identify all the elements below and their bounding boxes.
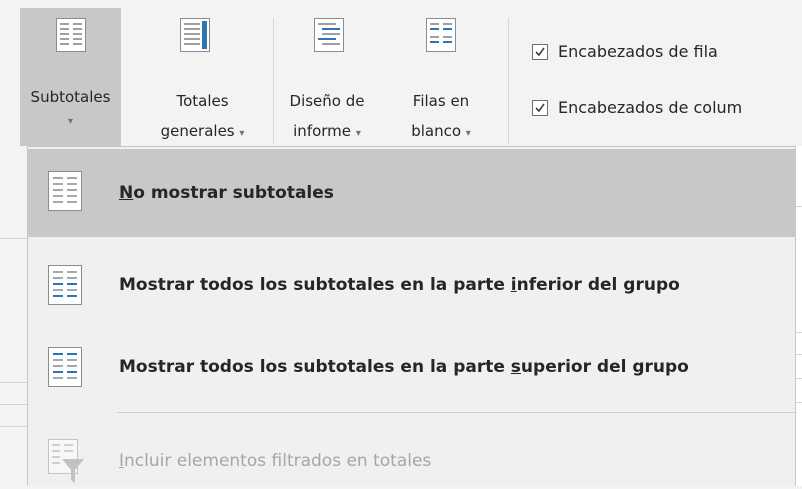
column-headers-checkbox-row[interactable]: Encabezados de colum bbox=[532, 98, 742, 117]
gridline bbox=[796, 206, 802, 207]
menu-item-subtotals-bottom[interactable]: Mostrar todos los subtotales en la parte… bbox=[28, 245, 795, 327]
menu-item-label: Incluir elementos filtrados en totales bbox=[119, 451, 431, 471]
blank-rows-label-1: Filas en bbox=[412, 92, 470, 110]
row-headers-checkbox[interactable] bbox=[532, 43, 548, 60]
label-text: Mostrar todos los subtotales en la parte bbox=[119, 275, 511, 295]
grand-totals-label-1: Totales bbox=[176, 92, 229, 110]
gridline bbox=[796, 332, 802, 333]
report-layout-icon bbox=[314, 18, 344, 57]
subtotals-button[interactable]: Subtotales ▾ bbox=[20, 8, 121, 151]
label-text: uperior del grupo bbox=[520, 357, 689, 377]
sheet-edge-right bbox=[796, 146, 802, 486]
caret-down-icon: ▾ bbox=[355, 128, 361, 139]
filter-totals-icon bbox=[48, 439, 86, 489]
group-separator bbox=[508, 18, 509, 144]
menu-item-label: No mostrar subtotales bbox=[119, 183, 334, 203]
sheet-edge bbox=[0, 146, 27, 486]
access-key: s bbox=[510, 357, 521, 377]
gridline bbox=[0, 426, 27, 427]
row-headers-checkbox-row[interactable]: Encabezados de fila bbox=[532, 42, 718, 61]
subtotals-top-icon bbox=[48, 347, 82, 391]
no-subtotals-icon bbox=[48, 171, 82, 215]
blank-rows-label-2: blanco ▾ bbox=[392, 122, 490, 143]
label-text: nferior del grupo bbox=[516, 275, 680, 295]
menu-item-label: Mostrar todos los subtotales en la parte… bbox=[119, 357, 689, 377]
subtotals-bottom-icon bbox=[48, 265, 82, 309]
caret-down-icon: ▾ bbox=[239, 128, 245, 139]
label-text: o mostrar subtotales bbox=[133, 183, 334, 203]
label-text: ncluir elementos filtrados en totales bbox=[124, 451, 432, 471]
report-layout-label-text: informe bbox=[293, 122, 352, 140]
blank-rows-button[interactable]: Filas en blanco ▾ bbox=[392, 12, 490, 152]
blank-rows-icon bbox=[426, 18, 456, 57]
caret-down-icon: ▾ bbox=[465, 128, 471, 139]
gridline bbox=[0, 382, 27, 383]
subtotals-icon bbox=[56, 18, 86, 57]
blank-rows-label-text: blanco bbox=[411, 122, 461, 140]
grand-totals-icon bbox=[180, 18, 210, 57]
report-layout-label-2: informe ▾ bbox=[282, 122, 372, 143]
menu-item-no-subtotals[interactable]: No mostrar subtotales bbox=[28, 149, 795, 237]
ribbon: Subtotales ▾ Totales generales ▾ Diseño … bbox=[0, 0, 802, 151]
gridline bbox=[796, 402, 802, 403]
access-key: N bbox=[119, 183, 134, 203]
column-headers-checkbox[interactable] bbox=[532, 99, 548, 116]
caret-down-icon: ▾ bbox=[67, 116, 74, 127]
row-headers-label: Encabezados de fila bbox=[558, 42, 718, 61]
column-headers-label: Encabezados de colum bbox=[558, 98, 743, 117]
menu-separator bbox=[117, 412, 795, 413]
grand-totals-label-2: generales ▾ bbox=[140, 122, 265, 143]
menu-item-subtotals-top[interactable]: Mostrar todos los subtotales en la parte… bbox=[28, 327, 795, 409]
subtotals-dropdown-menu: No mostrar subtotales Mostrar todos los … bbox=[27, 146, 796, 486]
subtotals-label: Subtotales bbox=[30, 88, 111, 106]
grand-totals-button[interactable]: Totales generales ▾ bbox=[140, 12, 265, 152]
grand-totals-label-text: generales bbox=[160, 122, 235, 140]
group-separator bbox=[273, 18, 274, 144]
gridline bbox=[0, 404, 27, 405]
report-layout-button[interactable]: Diseño de informe ▾ bbox=[282, 12, 372, 152]
gridline bbox=[796, 354, 802, 355]
menu-item-include-filtered[interactable]: Incluir elementos filtrados en totales bbox=[28, 433, 795, 487]
checkmark-icon bbox=[535, 47, 545, 56]
checkmark-icon bbox=[535, 103, 545, 112]
gridline bbox=[0, 238, 27, 239]
menu-item-label: Mostrar todos los subtotales en la parte… bbox=[119, 275, 680, 295]
report-layout-label-1: Diseño de bbox=[289, 92, 365, 110]
label-text: Mostrar todos los subtotales en la parte bbox=[119, 357, 511, 377]
gridline bbox=[796, 378, 802, 379]
